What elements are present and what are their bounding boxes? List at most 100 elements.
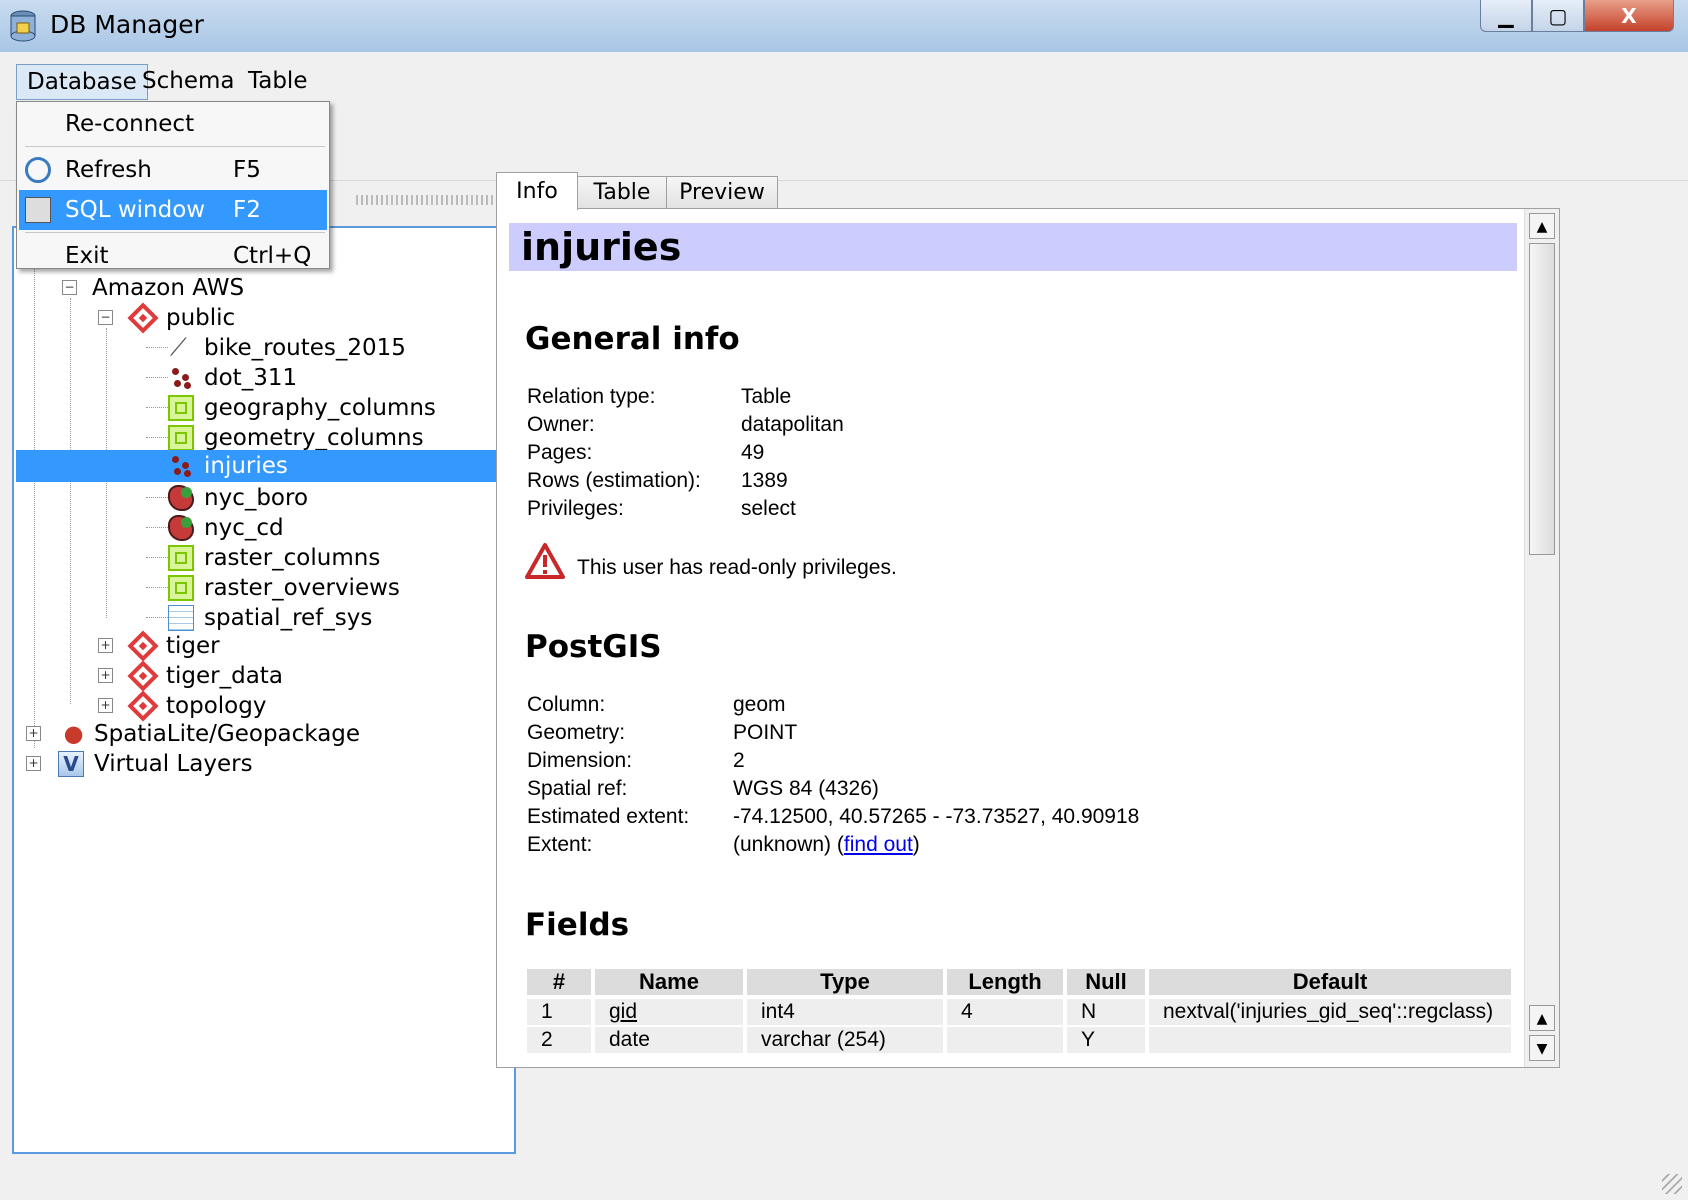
- close-icon: X: [1621, 3, 1637, 28]
- tree-item-label: nyc_boro: [204, 485, 309, 511]
- view-icon: [168, 545, 194, 571]
- info-key: Geometry:: [527, 721, 626, 744]
- info-key: Privileges:: [527, 497, 624, 520]
- status-bar: [0, 1160, 1688, 1200]
- column-header: Null: [1067, 969, 1145, 995]
- scroll-up-button[interactable]: ▲: [1529, 213, 1555, 239]
- menu-item-label: Exit: [65, 243, 109, 269]
- tree-item-label: geography_columns: [204, 395, 436, 421]
- tree-item-dot-311[interactable]: dot_311: [168, 362, 297, 394]
- close-button[interactable]: X: [1584, 0, 1674, 32]
- column-header: #: [527, 969, 591, 995]
- extent-close: ): [912, 833, 920, 856]
- info-key: Relation type:: [527, 385, 656, 408]
- maximize-icon: ▢: [1548, 3, 1568, 28]
- tree-item-label: raster_overviews: [204, 575, 400, 601]
- menu-table[interactable]: Table: [238, 64, 317, 98]
- scroll-thumb[interactable]: [1529, 243, 1555, 555]
- tree-schema-tiger-data[interactable]: tiger_data: [127, 660, 283, 692]
- refresh-icon: [25, 157, 51, 183]
- table-cell: date: [595, 1027, 743, 1053]
- info-key: Column:: [527, 693, 606, 716]
- info-panel: injuries General info Relation type: Tabl…: [496, 208, 1560, 1068]
- minimize-button[interactable]: ▁: [1480, 0, 1532, 32]
- table-cell: 2: [527, 1027, 591, 1053]
- title-bar: DB Manager ▁ ▢ X: [0, 0, 1688, 52]
- line-layer-icon: [168, 333, 194, 361]
- collapse-toggle[interactable]: −: [98, 310, 113, 325]
- tree-item-label: nyc_cd: [204, 515, 284, 541]
- tree-item-label: spatial_ref_sys: [204, 605, 373, 631]
- point-layer-icon: [168, 365, 194, 391]
- extent-value: (unknown) (find out): [733, 833, 920, 857]
- tree-item-nyc-cd[interactable]: nyc_cd: [168, 512, 284, 544]
- info-key: Pages:: [527, 441, 593, 464]
- expand-toggle[interactable]: +: [98, 638, 113, 653]
- info-value: -74.12500, 40.57265 - -73.73527, 40.9091…: [733, 805, 1140, 828]
- tree-schema-public[interactable]: public: [127, 302, 235, 334]
- table-cell: int4: [747, 999, 943, 1025]
- tab-preview[interactable]: Preview: [666, 176, 778, 208]
- polygon-layer-icon: [168, 515, 194, 541]
- tree-item-raster-columns[interactable]: raster_columns: [168, 542, 380, 574]
- table-cell: 4: [947, 999, 1063, 1025]
- tree-schema-label: tiger_data: [166, 663, 283, 689]
- column-header: Type: [747, 969, 943, 995]
- table-cell: N: [1067, 999, 1145, 1025]
- tree-item-nyc-boro[interactable]: nyc_boro: [168, 482, 308, 514]
- tree-schema-tiger[interactable]: tiger: [127, 630, 220, 662]
- schema-icon: [127, 660, 159, 692]
- info-value: geom: [733, 693, 786, 716]
- expand-toggle[interactable]: +: [26, 756, 41, 771]
- privileges-warning: This user has read-only privileges.: [577, 556, 897, 579]
- expand-toggle[interactable]: +: [26, 726, 41, 741]
- scroll-down-button[interactable]: ▼: [1529, 1035, 1555, 1061]
- expand-toggle[interactable]: +: [98, 698, 113, 713]
- menu-item-exit[interactable]: Exit Ctrl+Q: [19, 236, 327, 276]
- warning-icon: [525, 543, 565, 579]
- table-cell: [947, 1027, 1063, 1053]
- info-key: Spatial ref:: [527, 777, 628, 800]
- scroll-up-button[interactable]: ▲: [1529, 1005, 1555, 1031]
- info-value: Table: [741, 385, 792, 408]
- tree-provider-spatialite[interactable]: SpatiaLite/Geopackage: [58, 718, 360, 750]
- tree-connection[interactable]: Amazon AWS: [92, 272, 244, 304]
- tree-item-bike-routes[interactable]: bike_routes_2015: [168, 332, 406, 364]
- tree-item-label: raster_columns: [204, 545, 381, 571]
- menu-item-reconnect[interactable]: Re-connect: [19, 104, 327, 144]
- tree-item-injuries[interactable]: injuries: [168, 450, 288, 482]
- tree-provider-label: Virtual Layers: [94, 751, 253, 777]
- menu-item-refresh[interactable]: Refresh F5: [19, 150, 327, 190]
- expand-toggle[interactable]: +: [98, 668, 113, 683]
- column-header: Default: [1149, 969, 1511, 995]
- vertical-scrollbar[interactable]: ▲ ▲ ▼: [1524, 209, 1559, 1067]
- menu-schema[interactable]: Schema: [132, 64, 244, 98]
- tab-info[interactable]: Info: [496, 172, 578, 210]
- table-cell: gid: [595, 999, 743, 1025]
- tree-provider-label: SpatiaLite/Geopackage: [94, 721, 361, 747]
- info-value: 2: [733, 749, 745, 772]
- collapse-toggle[interactable]: −: [62, 280, 77, 295]
- menu-item-label: Refresh: [65, 157, 152, 183]
- maximize-button[interactable]: ▢: [1532, 0, 1584, 32]
- tab-table[interactable]: Table: [576, 176, 668, 208]
- column-header: Length: [947, 969, 1063, 995]
- table-cell: nextval('injuries_gid_seq'::regclass): [1149, 999, 1511, 1025]
- menu-database[interactable]: Database: [16, 64, 148, 100]
- tree-provider-virtual-layers[interactable]: V Virtual Layers: [58, 748, 253, 780]
- tree-connection-label: Amazon AWS: [92, 275, 245, 301]
- find-out-link[interactable]: find out: [844, 833, 913, 856]
- menu-bar: Database Schema Table: [0, 56, 1688, 100]
- page-title: injuries: [509, 223, 1517, 271]
- tree-item-geography-columns[interactable]: geography_columns: [168, 392, 436, 424]
- schema-icon: [127, 630, 159, 662]
- tree-item-raster-overviews[interactable]: raster_overviews: [168, 572, 400, 604]
- dock-grip[interactable]: [356, 195, 512, 205]
- view-icon: [168, 395, 194, 421]
- db-manager-icon: [10, 10, 36, 42]
- menu-item-sql-window[interactable]: SQL window F2: [19, 190, 327, 230]
- tree-item-label: geometry_columns: [204, 425, 424, 451]
- resize-grip[interactable]: [1662, 1174, 1682, 1194]
- info-value: 49: [741, 441, 765, 464]
- schema-icon: [127, 690, 159, 722]
